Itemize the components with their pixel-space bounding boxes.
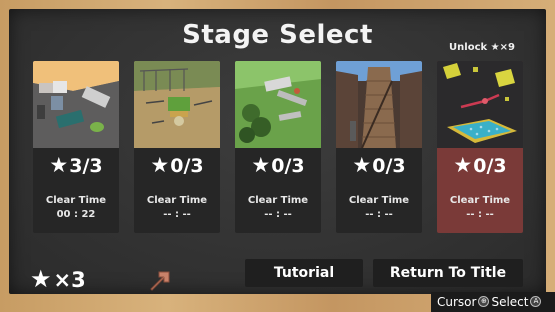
stage-stars-3: ★0/3 <box>235 153 321 177</box>
stage-card-5[interactable]: ★0/3 Clear Time -- : -- <box>437 61 523 233</box>
stick-icon: ⊕ <box>478 296 490 307</box>
cursor-arrow-icon <box>148 268 172 296</box>
stage-stars-1: ★3/3 <box>33 153 119 177</box>
cursor-hint-label: Cursor <box>437 295 477 309</box>
star-icon: ★ <box>490 42 500 53</box>
stage-thumbnail-1 <box>33 61 119 148</box>
star-icon: ★ <box>30 265 52 293</box>
clear-time-value: -- : -- <box>365 209 393 220</box>
clear-time-label: Clear Time <box>146 195 208 206</box>
total-stars: ★×3 <box>30 265 86 293</box>
unlock-count: ×9 <box>499 42 515 53</box>
clear-time-value: -- : -- <box>466 209 494 220</box>
stage-stars-2: ★0/3 <box>134 153 220 177</box>
stage-thumbnail-5 <box>437 61 523 148</box>
tutorial-button[interactable]: Tutorial <box>245 259 363 287</box>
star-icon: ★ <box>150 153 170 177</box>
a-button-icon: A <box>530 296 542 307</box>
star-icon: ★ <box>251 153 271 177</box>
stage-thumbnail-4 <box>336 61 422 148</box>
stars-value: 3/3 <box>69 155 103 177</box>
select-hint-label: Select <box>491 295 529 309</box>
clear-time-label: Clear Time <box>449 195 511 206</box>
stars-value: 0/3 <box>170 155 204 177</box>
clear-time-value: 00 : 22 <box>56 209 96 220</box>
clear-time-label: Clear Time <box>247 195 309 206</box>
stage-thumbnail-3 <box>235 61 321 148</box>
stage-card-2[interactable]: ★0/3 Clear Time -- : -- <box>134 61 220 233</box>
stage-card-1[interactable]: ★3/3 Clear Time 00 : 22 <box>33 61 119 233</box>
stage-thumbnail-2 <box>134 61 220 148</box>
stage-stars-4: ★0/3 <box>336 153 422 177</box>
unlock-requirement: Unlock ★×9 <box>440 42 524 53</box>
stage-card-3[interactable]: ★0/3 Clear Time -- : -- <box>235 61 321 233</box>
star-icon: ★ <box>453 153 473 177</box>
clear-time-value: -- : -- <box>163 209 191 220</box>
controls-hint: Cursor ⊕ Select A <box>431 292 555 312</box>
stage-stars-5: ★0/3 <box>437 153 523 177</box>
return-to-title-button[interactable]: Return To Title <box>373 259 523 287</box>
stars-value: 0/3 <box>372 155 406 177</box>
unlock-label: Unlock <box>449 42 488 53</box>
stars-value: 0/3 <box>473 155 507 177</box>
stage-card-4[interactable]: ★0/3 Clear Time -- : -- <box>336 61 422 233</box>
total-stars-value: ×3 <box>53 268 86 292</box>
stars-value: 0/3 <box>271 155 305 177</box>
clear-time-label: Clear Time <box>348 195 410 206</box>
star-icon: ★ <box>49 153 69 177</box>
clear-time-label: Clear Time <box>45 195 107 206</box>
clear-time-value: -- : -- <box>264 209 292 220</box>
star-icon: ★ <box>352 153 372 177</box>
